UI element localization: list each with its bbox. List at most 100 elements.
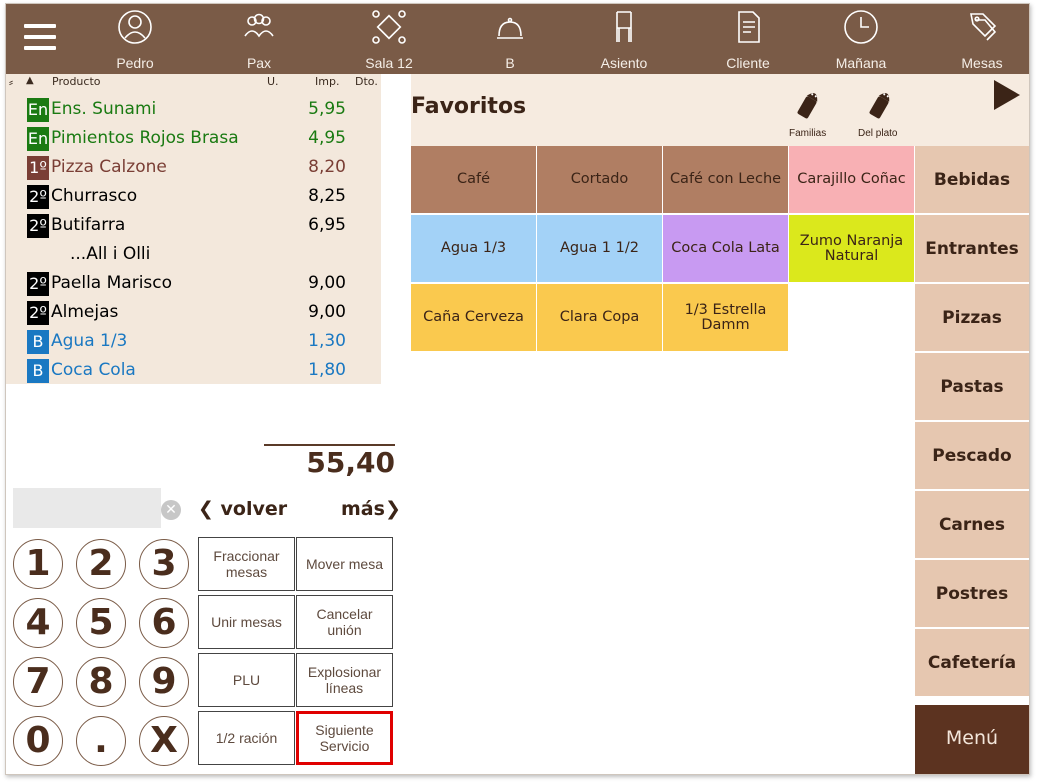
ticket-line[interactable]: 1º Pizza Calzone 8,20 — [6, 153, 381, 182]
back-button[interactable]: ❮ volver — [198, 498, 287, 520]
action-button[interactable]: 1/2 ración — [198, 711, 295, 765]
course-tag: En — [27, 98, 49, 122]
action-button[interactable]: Cancelar unión — [296, 595, 393, 649]
product-button[interactable]: Café con Leche — [663, 146, 789, 214]
document-icon — [738, 11, 760, 43]
tool-del-plato-label: Del plato — [858, 128, 898, 139]
keypad-key[interactable]: 0 — [13, 716, 63, 766]
menu-button[interactable]: Menú — [915, 705, 1029, 774]
more-label: más — [341, 498, 385, 520]
category-button[interactable]: Postres — [915, 560, 1029, 628]
ticket-line[interactable]: B Agua 1/3 1,30 — [6, 327, 381, 356]
product-button[interactable]: Cortado — [537, 146, 663, 214]
line-product-name: Butifarra — [51, 215, 126, 235]
column-units: U. — [267, 75, 279, 88]
ticket-line[interactable]: En Ens. Sunami 5,95 — [6, 95, 381, 124]
product-button[interactable]: Clara Copa — [537, 284, 663, 352]
salt-shaker-icon[interactable] — [789, 84, 829, 124]
keypad-key[interactable]: 6 — [139, 598, 189, 648]
tags-icon — [970, 13, 997, 41]
line-product-name: Almejas — [51, 302, 119, 322]
line-amount: 5,95 — [308, 99, 346, 119]
course-tag: 2º — [27, 272, 49, 296]
category-button[interactable]: Entrantes — [915, 215, 1029, 283]
line-amount: 9,00 — [308, 273, 346, 293]
product-button[interactable]: Café — [411, 146, 537, 214]
action-button[interactable]: Mover mesa — [296, 537, 393, 591]
action-button[interactable]: Explosionar líneas — [296, 653, 393, 707]
ticket-line[interactable]: B Coca Cola 1,80 — [6, 356, 381, 385]
keypad-key[interactable]: 4 — [13, 598, 63, 648]
product-button[interactable]: Coca Cola Lata — [663, 215, 789, 283]
course-tag: 2º — [27, 214, 49, 238]
ticket-line[interactable]: 2º Paella Marisco 9,00 — [6, 269, 381, 298]
action-button[interactable]: PLU — [198, 653, 295, 707]
category-button[interactable]: Carnes — [915, 491, 1029, 559]
nav-pax[interactable]: Pax — [209, 8, 309, 72]
nav-label: Pedro — [116, 55, 154, 71]
ticket-line[interactable]: 2º Butifarra 6,95 — [6, 211, 381, 240]
nav-label: Sala 12 — [365, 55, 413, 71]
ticket-line[interactable]: 2º Churrasco 8,25 — [6, 182, 381, 211]
line-product-name: ...All i Olli — [70, 244, 151, 264]
product-button[interactable]: Agua 1/3 — [411, 215, 537, 283]
course-tag: En — [27, 127, 49, 151]
line-amount: 8,25 — [308, 186, 346, 206]
product-button[interactable]: Carajillo Coñac — [789, 146, 915, 214]
keypad-key[interactable]: X — [139, 716, 189, 766]
clock-icon — [844, 10, 878, 44]
action-button[interactable]: Unir mesas — [198, 595, 295, 649]
category-button[interactable]: Pescado — [915, 422, 1029, 490]
ticket-line[interactable]: En Pimientos Rojos Brasa 4,95 — [6, 124, 381, 153]
nav-waiter[interactable]: Pedro — [85, 8, 185, 72]
keypad-key[interactable]: 2 — [76, 539, 126, 589]
more-button[interactable]: más❯ — [341, 498, 401, 520]
nav-label: Mesas — [961, 55, 1003, 71]
ticket-line[interactable]: 2º Almejas 9,00 — [6, 298, 381, 327]
line-product-name: Pizza Calzone — [51, 157, 167, 177]
ticket-total: 55,40 — [306, 446, 395, 479]
ticket-line[interactable]: ...All i Olli — [6, 240, 381, 269]
keypad-key[interactable]: 7 — [13, 657, 63, 707]
category-button[interactable]: Bebidas — [915, 146, 1029, 214]
line-amount: 8,20 — [308, 157, 346, 177]
category-button[interactable]: Pastas — [915, 353, 1029, 421]
category-button[interactable]: Cafetería — [915, 629, 1029, 697]
product-button[interactable]: Agua 1 1/2 — [537, 215, 663, 283]
clear-icon[interactable]: ✕ — [161, 500, 181, 520]
nav-room[interactable]: Sala 12 — [339, 8, 439, 72]
line-product-name: Coca Cola — [51, 360, 136, 380]
hamburger-menu-icon[interactable] — [24, 24, 56, 52]
salt-shaker-icon[interactable] — [861, 84, 901, 124]
nav-shift[interactable]: Mañana — [811, 8, 911, 72]
line-product-name: Churrasco — [51, 186, 138, 206]
action-button[interactable]: Fraccionar mesas — [198, 537, 295, 591]
line-product-name: Pimientos Rojos Brasa — [51, 128, 239, 148]
numeric-input[interactable] — [13, 488, 161, 528]
keypad-key[interactable]: 5 — [76, 598, 126, 648]
keypad-key[interactable]: 8 — [76, 657, 126, 707]
tool-familias-label: Familias — [789, 128, 827, 139]
nav-customer[interactable]: Cliente — [698, 8, 798, 72]
keypad-key[interactable]: . — [76, 716, 126, 766]
nav-tables[interactable]: Mesas — [932, 8, 1029, 72]
back-label: volver — [220, 498, 288, 520]
product-button[interactable]: Caña Cerveza — [411, 284, 537, 352]
ticket-header: ⸗ ▲ Producto U. Imp. Dto. — [6, 74, 381, 90]
keypad-key[interactable]: 3 — [139, 539, 189, 589]
seat-column-icon: ⸗ — [9, 75, 13, 89]
user-icon — [118, 10, 152, 44]
top-bar: Pedro Pax Sala 12 B Asiento Cliente Maña… — [6, 4, 1029, 74]
action-button[interactable]: Siguiente Servicio — [296, 711, 393, 765]
line-amount: 6,95 — [308, 215, 346, 235]
category-button[interactable]: Pizzas — [915, 284, 1029, 352]
line-product-name: Agua 1/3 — [51, 331, 128, 351]
column-discount: Dto. — [355, 75, 378, 88]
keypad-key[interactable]: 9 — [139, 657, 189, 707]
nav-seat[interactable]: Asiento — [574, 8, 674, 72]
product-button[interactable]: 1/3 Estrella Damm — [663, 284, 789, 352]
play-icon[interactable] — [994, 80, 1020, 110]
keypad-key[interactable]: 1 — [13, 539, 63, 589]
product-button[interactable]: Zumo Naranja Natural — [789, 215, 915, 283]
nav-service[interactable]: B — [460, 8, 560, 72]
